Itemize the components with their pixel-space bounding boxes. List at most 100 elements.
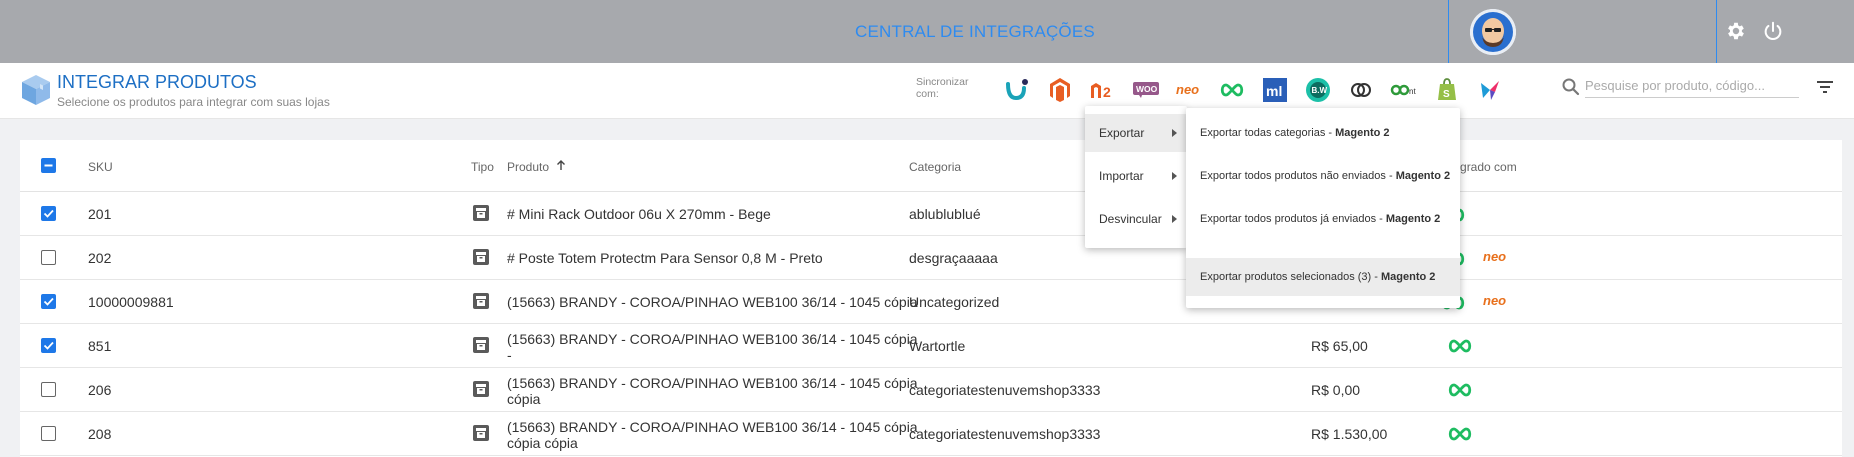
price-cell: R$ 0,00	[1311, 382, 1361, 398]
product-name: (15663) BRANDY - COROA/PINHAO WEB100 36/…	[507, 419, 918, 435]
row-checkbox[interactable]	[41, 382, 56, 397]
submenu-item-text: Exportar produtos selecionados (3) -	[1200, 271, 1381, 283]
product-type-icon	[473, 381, 489, 397]
category-cell: categoriatestenuvemshop3333	[909, 382, 1101, 398]
sku-cell: 851	[88, 338, 112, 354]
neo-icon: neo	[1482, 249, 1512, 267]
nuvemshop-icon	[1447, 383, 1473, 400]
sync-label-line: Sincronizar	[916, 76, 969, 88]
actions-menu: Exportar Importar Desvincular	[1085, 106, 1187, 248]
svg-text:ml: ml	[1266, 83, 1282, 99]
product-name-line2: -	[507, 347, 512, 363]
table-row[interactable]: 202 # Poste Totem Protectm Para Sensor 0…	[20, 236, 1842, 280]
column-produto-label: Produto	[507, 160, 550, 174]
table-row[interactable]: 206 (15663) BRANDY - COROA/PINHAO WEB100…	[20, 368, 1842, 412]
svg-text:B.W: B.W	[1312, 86, 1328, 95]
product-name: (15663) BRANDY - COROA/PINHAO WEB100 36/…	[507, 331, 918, 347]
product-type-icon	[473, 205, 489, 221]
menu-item-label: Importar	[1099, 169, 1144, 183]
sku-cell: 10000009881	[88, 294, 174, 310]
svg-text:S: S	[1443, 89, 1450, 100]
product-name: (15663) BRANDY - COROA/PINHAO WEB100 36/…	[507, 294, 918, 310]
category-cell: desgraçaaaaa	[909, 250, 998, 266]
table-row[interactable]: 201 # Mini Rack Outdoor 06u X 270mm - Be…	[20, 192, 1842, 236]
submenu-item-export-sent[interactable]: Exportar todos produtos já enviados - Ma…	[1186, 200, 1460, 238]
row-checkbox[interactable]	[41, 206, 56, 221]
product-type-icon	[473, 337, 489, 353]
submenu-item-export-categories[interactable]: Exportar todas categorias - Magento 2	[1186, 114, 1460, 152]
table-row[interactable]: 851 (15663) BRANDY - COROA/PINHAO WEB100…	[20, 324, 1842, 368]
gear-icon[interactable]	[1725, 20, 1747, 42]
search-input[interactable]	[1585, 74, 1799, 98]
sync-label: Sincronizar com:	[916, 76, 969, 100]
link-icon[interactable]	[1346, 76, 1376, 104]
column-produto[interactable]: Produto	[507, 160, 566, 174]
table-row[interactable]: 208 (15663) BRANDY - COROA/PINHAO WEB100…	[20, 412, 1842, 456]
column-tipo[interactable]: Tipo	[471, 160, 494, 174]
menu-item-desvincular[interactable]: Desvincular	[1085, 200, 1187, 238]
sku-cell: 206	[88, 382, 112, 398]
submenu-item-text: Exportar todas categorias -	[1200, 127, 1336, 139]
category-cell: categoriatestenuvemshop3333	[909, 426, 1101, 442]
product-name: # Mini Rack Outdoor 06u X 270mm - Bege	[507, 206, 771, 222]
product-type-icon	[473, 249, 489, 265]
box-icon	[20, 73, 52, 107]
nuvemshop-icon	[1447, 427, 1473, 444]
nuvemshop-icon	[1447, 339, 1473, 356]
mercadolivre-icon[interactable]: ml	[1260, 76, 1290, 104]
page-header: INTEGRAR PRODUTOS Selecione os produtos …	[0, 63, 1854, 119]
row-checkbox[interactable]	[41, 294, 56, 309]
page-subtitle: Selecione os produtos para integrar com …	[57, 95, 330, 109]
menu-item-exportar[interactable]: Exportar	[1085, 114, 1187, 152]
submenu-item-target: Magento 2	[1335, 127, 1390, 139]
caret-right-icon	[1172, 172, 1177, 180]
sort-arrow-up-icon[interactable]	[556, 160, 566, 171]
table-row[interactable]: 10000009881 (15663) BRANDY - COROA/PINHA…	[20, 280, 1842, 324]
b2w-icon[interactable]: B.W	[1303, 76, 1333, 104]
page-title: INTEGRAR PRODUTOS	[57, 72, 257, 92]
submenu-item-export-unsent[interactable]: Exportar todos produtos não enviados - M…	[1186, 157, 1460, 195]
column-sku[interactable]: SKU	[88, 160, 113, 174]
neo-icon: neo	[1482, 293, 1512, 311]
tray-icon[interactable]	[1475, 76, 1505, 104]
app-title: CENTRAL DE INTEGRAÇÕES	[855, 22, 1095, 41]
sku-cell: 208	[88, 426, 112, 442]
product-type-icon	[473, 425, 489, 441]
product-name-line2: cópia cópia	[507, 435, 578, 451]
shopify-icon[interactable]: S	[1432, 76, 1462, 104]
connect-icon[interactable]: nt	[1389, 76, 1419, 104]
submenu-item-target: Magento 2	[1395, 170, 1451, 182]
svg-text:WOO: WOO	[1136, 84, 1158, 94]
divider	[1716, 0, 1717, 63]
row-checkbox[interactable]	[41, 338, 56, 353]
user-avatar[interactable]	[1470, 9, 1516, 55]
price-cell: R$ 1.530,00	[1311, 426, 1388, 442]
row-checkbox[interactable]	[41, 426, 56, 441]
column-categoria[interactable]: Categoria	[909, 160, 961, 174]
submenu-item-export-selected[interactable]: Exportar produtos selecionados (3) - Mag…	[1186, 258, 1460, 296]
filter-icon[interactable]	[1815, 77, 1835, 97]
menu-item-importar[interactable]: Importar	[1085, 157, 1187, 195]
category-cell: ablublublué	[909, 206, 981, 222]
power-icon[interactable]	[1762, 20, 1784, 42]
export-submenu: Exportar todas categorias - Magento 2 Ex…	[1186, 108, 1460, 308]
neo-icon[interactable]: neo	[1174, 76, 1204, 104]
svg-text:neo: neo	[1483, 294, 1506, 308]
menu-item-label: Exportar	[1099, 126, 1145, 140]
magento-icon[interactable]	[1045, 76, 1075, 104]
search-icon[interactable]	[1561, 77, 1581, 97]
table-header: SKU Tipo Produto Categoria Integrado com	[20, 140, 1842, 192]
sku-cell: 201	[88, 206, 112, 222]
select-all-checkbox[interactable]	[41, 158, 56, 173]
row-checkbox[interactable]	[41, 250, 56, 265]
uappi-icon[interactable]	[1002, 76, 1032, 104]
menu-item-label: Desvincular	[1099, 212, 1162, 226]
nuvemshop-icon[interactable]	[1217, 76, 1247, 104]
product-name-line2: cópia	[507, 391, 541, 407]
caret-right-icon	[1172, 215, 1177, 223]
caret-right-icon	[1172, 129, 1177, 137]
category-cell: Wartortle	[909, 338, 966, 354]
divider	[1448, 0, 1449, 63]
magento2-icon[interactable]: 2	[1088, 76, 1118, 104]
woocommerce-icon[interactable]: WOO	[1131, 76, 1161, 104]
